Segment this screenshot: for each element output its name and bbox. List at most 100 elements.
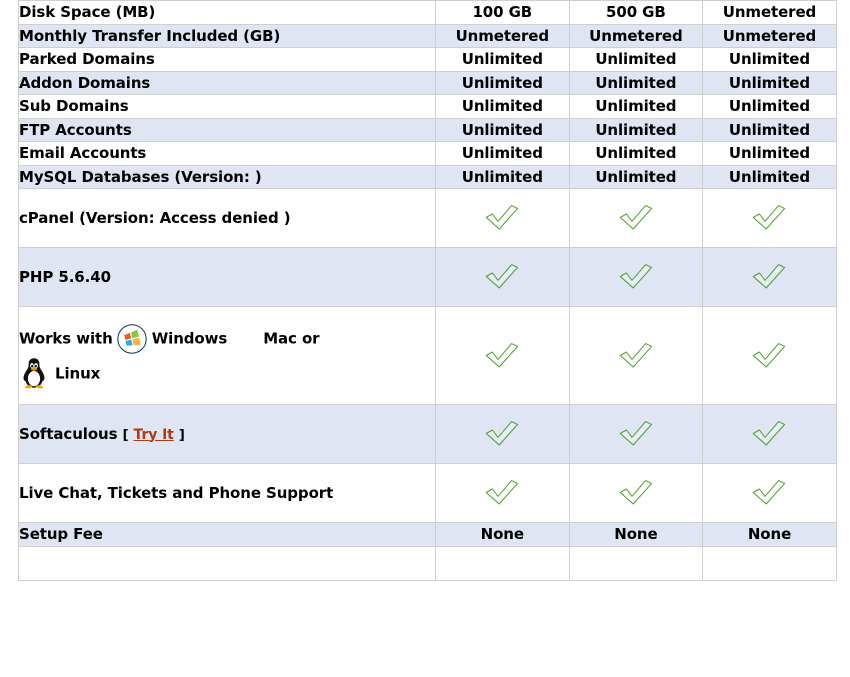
table-row: Addon Domains Unlimited Unlimited Unlimited (18, 71, 837, 95)
plan-1-cell: 100 GB (435, 0, 570, 25)
plan-comparison-table: Disk Space (MB) 100 GB 500 GB Unmetered Mont… (18, 0, 837, 581)
windows-label: Windows (151, 329, 228, 348)
bracket-open: [ (122, 427, 129, 443)
green-check-icon (617, 262, 655, 292)
plan-1-cell (435, 404, 570, 464)
feature-cell: Addon Domains (18, 71, 436, 95)
feature-label: Disk Space (MB) (19, 3, 156, 21)
bracket-close: ] (178, 427, 185, 443)
plan-2-cell (569, 306, 704, 405)
softaculous-label: Softaculous (19, 424, 118, 443)
feature-label: Addon Domains (19, 73, 151, 92)
green-check-icon (750, 262, 788, 292)
plan-value: Unlimited (595, 97, 677, 116)
plan-value: Unlimited (595, 73, 677, 92)
plan-value: Unlimited (461, 120, 543, 139)
plan-2-cell (569, 546, 704, 581)
plan-comparison-page: Disk Space (MB) 100 GB 500 GB Unmetered Mont… (0, 0, 850, 677)
feature-cell: Setup Fee (18, 522, 436, 547)
table-row: Parked Domains Unlimited Unlimited Unlimite… (18, 47, 837, 72)
feature-label: Setup Fee (19, 525, 103, 543)
feature-cell: Works with Windows Mac or Linux (18, 306, 436, 405)
plan-1-cell: Unlimited (435, 71, 570, 95)
plan-3-cell: Unlimited (702, 71, 837, 95)
plan-2-cell: Unlimited (569, 165, 704, 189)
plan-1-cell: Unlimited (435, 118, 570, 142)
table-row: Softaculous [ Try It ] (18, 404, 837, 464)
plan-3-cell: Unlimited (702, 47, 837, 72)
feature-cell: Sub Domains (18, 94, 436, 119)
plan-3-cell (702, 463, 837, 523)
table-row: Monthly Transfer Included (GB) Unmetered U… (18, 24, 837, 48)
table-row: FTP Accounts Unlimited Unlimited Unlimited (18, 118, 837, 142)
plan-value: Unlimited (461, 73, 543, 92)
plan-2-cell: Unlimited (569, 94, 704, 119)
table-row: Live Chat, Tickets and Phone Support (18, 463, 837, 523)
mac-label: Mac or (263, 329, 320, 348)
plan-value: Unlimited (728, 97, 811, 116)
green-check-icon (617, 203, 655, 233)
table-row: PHP 5.6.40 (18, 247, 837, 307)
plan-1-cell (435, 306, 570, 405)
feature-cell: Email Accounts (18, 141, 436, 166)
plan-value: Unlimited (461, 167, 543, 186)
plan-value: None (614, 525, 658, 544)
plan-value: None (480, 525, 524, 544)
green-check-icon (483, 262, 521, 292)
feature-label: Monthly Transfer Included (GB) (19, 26, 281, 45)
feature-cell: cPanel (Version: Access denied ) (18, 188, 436, 248)
feature-cell: Parked Domains (18, 47, 436, 72)
plan-3-cell: Unlimited (702, 94, 837, 119)
plan-2-cell: 500 GB (569, 0, 704, 25)
green-check-icon (483, 478, 521, 508)
plan-2-cell (569, 463, 704, 523)
plan-1-cell: None (435, 522, 570, 547)
green-check-icon (750, 203, 788, 233)
plan-1-cell (435, 546, 570, 581)
green-check-icon (617, 478, 655, 508)
plan-3-cell (702, 546, 837, 581)
plan-3-cell (702, 247, 837, 307)
feature-label: Sub Domains (19, 97, 129, 115)
table-row: MySQL Databases (Version: ) Unlimited Unli… (18, 165, 837, 189)
feature-cell: PHP 5.6.40 (18, 247, 436, 307)
plan-value: Unlimited (728, 50, 811, 69)
plan-3-cell: Unlimited (702, 165, 837, 189)
plan-1-cell (435, 247, 570, 307)
plan-2-cell: Unlimited (569, 118, 704, 142)
plan-value: Unlimited (595, 120, 677, 139)
plan-1-cell: Unmetered (435, 24, 570, 48)
plan-1-cell (435, 463, 570, 523)
plan-value: None (747, 525, 792, 544)
table-row: Email Accounts Unlimited Unlimited Unlimite… (18, 141, 837, 166)
apple-logo-icon (234, 324, 260, 354)
plan-1-cell: Unlimited (435, 165, 570, 189)
green-check-icon (750, 341, 788, 371)
plan-1-cell (435, 188, 570, 248)
plan-3-cell: Unmetered (702, 0, 837, 25)
windows-logo-icon (117, 324, 147, 354)
feature-cell: FTP Accounts (18, 118, 436, 142)
linux-label: Linux (55, 364, 101, 382)
try-it-link[interactable]: Try It (134, 427, 174, 443)
plan-3-cell (702, 306, 837, 405)
table-row: Setup Fee None None None (18, 522, 837, 547)
plan-value: Unlimited (728, 120, 811, 139)
works-with-text: Works with Windows Mac or Linux (19, 329, 320, 382)
plan-value: Unlimited (728, 73, 811, 92)
plan-2-cell (569, 188, 704, 248)
green-check-icon (750, 419, 788, 449)
plan-value: Unlimited (595, 50, 677, 69)
plan-value: 100 GB (472, 3, 533, 22)
feature-cell: MySQL Databases (Version: ) (18, 165, 436, 189)
plan-2-cell: Unlimited (569, 141, 704, 166)
feature-label: cPanel (Version: Access denied ) (19, 208, 291, 227)
plan-value: Unlimited (461, 50, 543, 69)
table-row (18, 546, 837, 581)
plan-2-cell: Unlimited (569, 47, 704, 72)
feature-label: Parked Domains (19, 50, 155, 68)
feature-label: Email Accounts (19, 144, 147, 162)
plan-2-cell: Unmetered (569, 24, 704, 48)
plan-2-cell (569, 247, 704, 307)
feature-cell (18, 546, 436, 581)
